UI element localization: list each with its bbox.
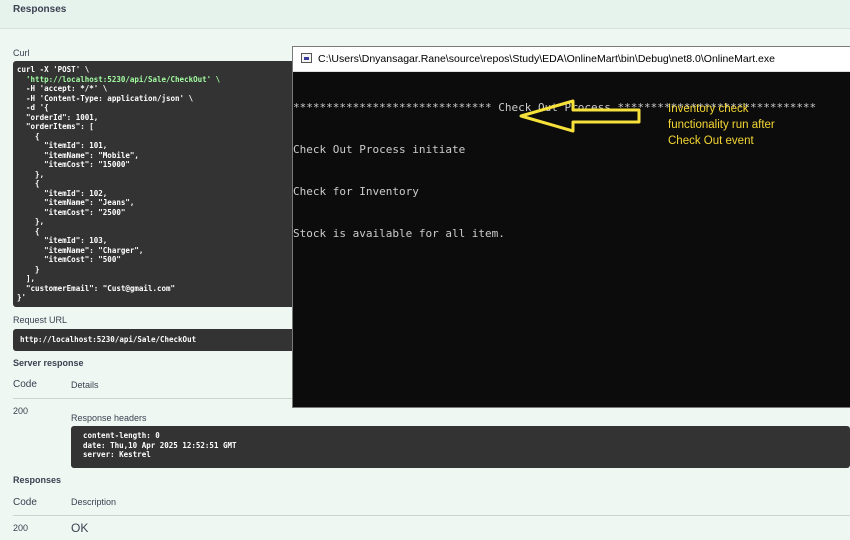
code-column-header: Code [13, 379, 37, 390]
curl-line: }, [17, 169, 45, 179]
curl-line: { [17, 179, 40, 188]
curl-line: } [17, 264, 40, 274]
curl-line: "orderId": 1001, [17, 112, 99, 122]
server-response-label: Server response [13, 358, 84, 368]
description-column-header: Description [71, 497, 117, 507]
console-line: Stock is available for all item. [293, 227, 505, 240]
status-code: 200 [13, 406, 29, 416]
curl-line: "itemName": "Jeans", [17, 198, 135, 207]
annotation-note: Inventory check functionality run after … [668, 101, 808, 149]
responses-code-header: Code [13, 497, 37, 508]
curl-line: }, [17, 217, 45, 226]
curl-line: "itemCost": "500" [17, 255, 121, 264]
responses-title: Responses [13, 4, 67, 15]
annotation-line: functionality run after [668, 119, 775, 131]
response-code: 200 [13, 523, 29, 533]
curl-line: { [17, 226, 40, 236]
curl-line: "itemId": 103, [17, 236, 108, 245]
request-url-text: http://localhost:5230/api/Sale/CheckOut [20, 335, 197, 344]
curl-line: "itemId": 102, [17, 188, 108, 198]
details-column-header: Details [71, 380, 99, 390]
response-header-line: content-length: 0 [83, 431, 160, 440]
curl-line: { [17, 131, 40, 141]
annotation-line: Check Out event [668, 135, 754, 147]
console-window[interactable]: C:\Users\Dnyansagar.Rane\source\repos\St… [292, 46, 850, 408]
curl-line: 'http://localhost:5230/api/Sale/CheckOut… [26, 74, 221, 84]
response-headers-box[interactable]: content-length: 0 date: Thu,10 Apr 2025 … [71, 426, 850, 468]
curl-code-text: curl -X 'POST' \ 'http://localhost:5230/… [17, 65, 294, 303]
response-header-line: server: Kestrel [83, 450, 151, 459]
responses-divider [13, 515, 850, 516]
curl-line: "orderItems": [ [17, 122, 94, 131]
curl-line: -H 'accept: */*' \ [17, 84, 108, 93]
request-url-box[interactable]: http://localhost:5230/api/Sale/CheckOut [13, 329, 298, 351]
annotation-line: Inventory check [668, 103, 749, 115]
curl-line: curl -X 'POST' \ [17, 65, 90, 74]
console-line: Check for Inventory [293, 185, 419, 198]
curl-line: "itemCost": "15000" [17, 160, 130, 169]
request-url-label: Request URL [13, 315, 68, 325]
curl-line: "itemCost": "2500" [17, 207, 126, 217]
console-title: C:\Users\Dnyansagar.Rane\source\repos\St… [318, 53, 775, 65]
curl-line: -d '{ [17, 103, 49, 112]
response-description: OK [71, 521, 89, 535]
curl-line: "itemName": "Charger", [17, 245, 144, 255]
curl-line: -H 'Content-Type: application/json' \ [17, 93, 194, 103]
curl-line: "itemId": 101, [17, 141, 108, 150]
curl-label: Curl [13, 48, 30, 58]
response-headers-label: Response headers [71, 413, 147, 423]
responses-header-bar: Responses [0, 0, 850, 29]
curl-code-block[interactable]: curl -X 'POST' \ 'http://localhost:5230/… [13, 61, 298, 307]
curl-line: "itemName": "Mobile", [17, 150, 139, 160]
console-app-icon [301, 53, 312, 63]
response-header-line: date: Thu,10 Apr 2025 12:52:51 GMT [83, 440, 237, 450]
annotation-arrow-icon [519, 99, 641, 133]
responses-label: Responses [13, 475, 62, 485]
curl-line: "customerEmail": "Cust@gmail.com" [17, 283, 176, 293]
console-titlebar[interactable]: C:\Users\Dnyansagar.Rane\source\repos\St… [293, 47, 850, 72]
curl-line: ], [17, 274, 36, 283]
curl-line: }' [17, 293, 27, 302]
